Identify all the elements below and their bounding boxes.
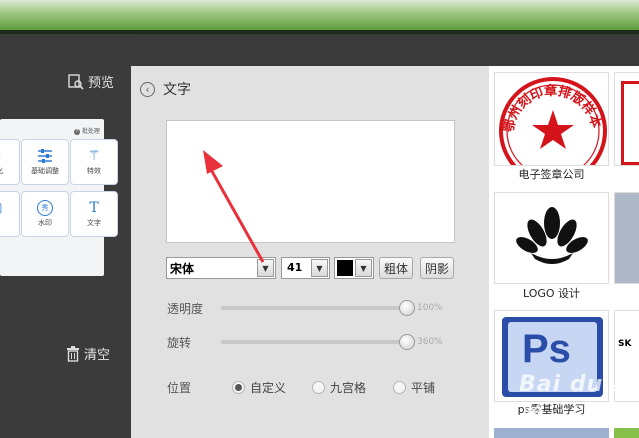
batch-hint-label: 批处理: [81, 128, 100, 135]
chevron-down-icon: ▼: [360, 263, 367, 273]
template-caption: 电子签章公司: [518, 168, 585, 181]
tool-effects[interactable]: ⚚ 特效: [70, 139, 118, 185]
template-partial-seal[interactable]: [614, 72, 639, 166]
tool-basic-adjust-label: 基础调整: [31, 167, 59, 175]
wand-icon: ⚚: [87, 148, 101, 164]
brand-badge: SK: [618, 339, 632, 349]
preview-icon: [68, 73, 84, 90]
clear-button[interactable]: 清空: [66, 344, 110, 363]
tool-text[interactable]: T 文字: [70, 191, 118, 237]
template-seal[interactable]: 鄂州刻印章排版样本章: [494, 72, 609, 166]
preview-button[interactable]: 预览: [68, 72, 114, 91]
magic-icon: ✦: [0, 148, 2, 164]
panel-header: ‹ 文字: [140, 79, 191, 99]
bold-button[interactable]: 粗体: [379, 257, 413, 279]
background-photo-strip: [0, 0, 639, 30]
clear-label: 清空: [84, 348, 111, 363]
preview-label: 预览: [88, 76, 115, 91]
watermark-icon: 秀: [37, 200, 53, 216]
color-dropdown-arrow[interactable]: ▼: [355, 259, 372, 277]
template-partial-photo[interactable]: [614, 192, 639, 284]
tool-effects-label: 特效: [87, 167, 101, 175]
size-dropdown-arrow[interactable]: ▼: [311, 259, 328, 277]
frame-icon: ▢: [0, 200, 3, 216]
tool-watermark-label: 水印: [38, 219, 52, 227]
opacity-slider-track[interactable]: [221, 306, 411, 310]
position-option-label: 九宫格: [330, 381, 367, 395]
color-swatch: [337, 260, 353, 276]
radio-selected-icon: [232, 381, 245, 394]
sliders-icon: [38, 149, 52, 163]
tool-watermark[interactable]: 秀 水印: [21, 191, 69, 237]
rotation-slider-track[interactable]: [221, 340, 411, 344]
tool-text-label: 文字: [87, 219, 101, 227]
radio-icon: [393, 381, 406, 394]
editor-thumbnail: ? 批处理 ✦ 优化 基础调整 ⚚ 特效 ▢ 框 秀 水印 T 文字: [0, 119, 118, 276]
position-option-grid[interactable]: 九宫格: [312, 379, 366, 396]
tool-frame[interactable]: ▢ 框: [0, 191, 20, 237]
template-logo[interactable]: [494, 192, 609, 284]
panel-title: 文字: [163, 82, 191, 98]
shadow-button[interactable]: 阴影: [420, 257, 454, 279]
annotation-arrow-icon: [203, 150, 265, 263]
tool-optimize-label: 优化: [0, 166, 3, 176]
back-icon[interactable]: ‹: [140, 81, 155, 97]
rotation-value: 360%: [417, 337, 443, 347]
rotation-label: 旋转: [167, 336, 192, 350]
size-value: 41: [287, 261, 303, 274]
position-label: 位置: [167, 381, 192, 395]
position-option-custom[interactable]: 自定义: [232, 379, 286, 396]
text-icon: T: [89, 200, 99, 216]
template-caption: LOGO 设计: [522, 287, 581, 300]
position-option-label: 平铺: [411, 381, 436, 395]
position-option-tile[interactable]: 平铺: [393, 379, 435, 396]
chevron-down-icon: ▼: [316, 263, 323, 273]
rotation-slider-handle[interactable]: [399, 334, 415, 350]
opacity-slider-handle[interactable]: [399, 300, 415, 316]
tool-basic-adjust[interactable]: 基础调整: [21, 139, 69, 185]
radio-icon: [312, 381, 325, 394]
lotus-logo-icon: [516, 207, 588, 264]
font-value: 宋体: [170, 262, 195, 276]
trash-icon: [67, 345, 79, 362]
question-icon: ?: [74, 129, 80, 135]
tool-optimize[interactable]: ✦ 优化: [0, 139, 20, 185]
opacity-value: 100%: [417, 303, 443, 313]
opacity-label: 透明度: [167, 302, 204, 316]
watermark-text: Bai du 经验: [519, 372, 635, 429]
batch-hint: ? 批处理: [74, 126, 100, 135]
position-option-label: 自定义: [250, 381, 287, 395]
seal-image: 鄂州刻印章排版样本章: [495, 73, 607, 165]
